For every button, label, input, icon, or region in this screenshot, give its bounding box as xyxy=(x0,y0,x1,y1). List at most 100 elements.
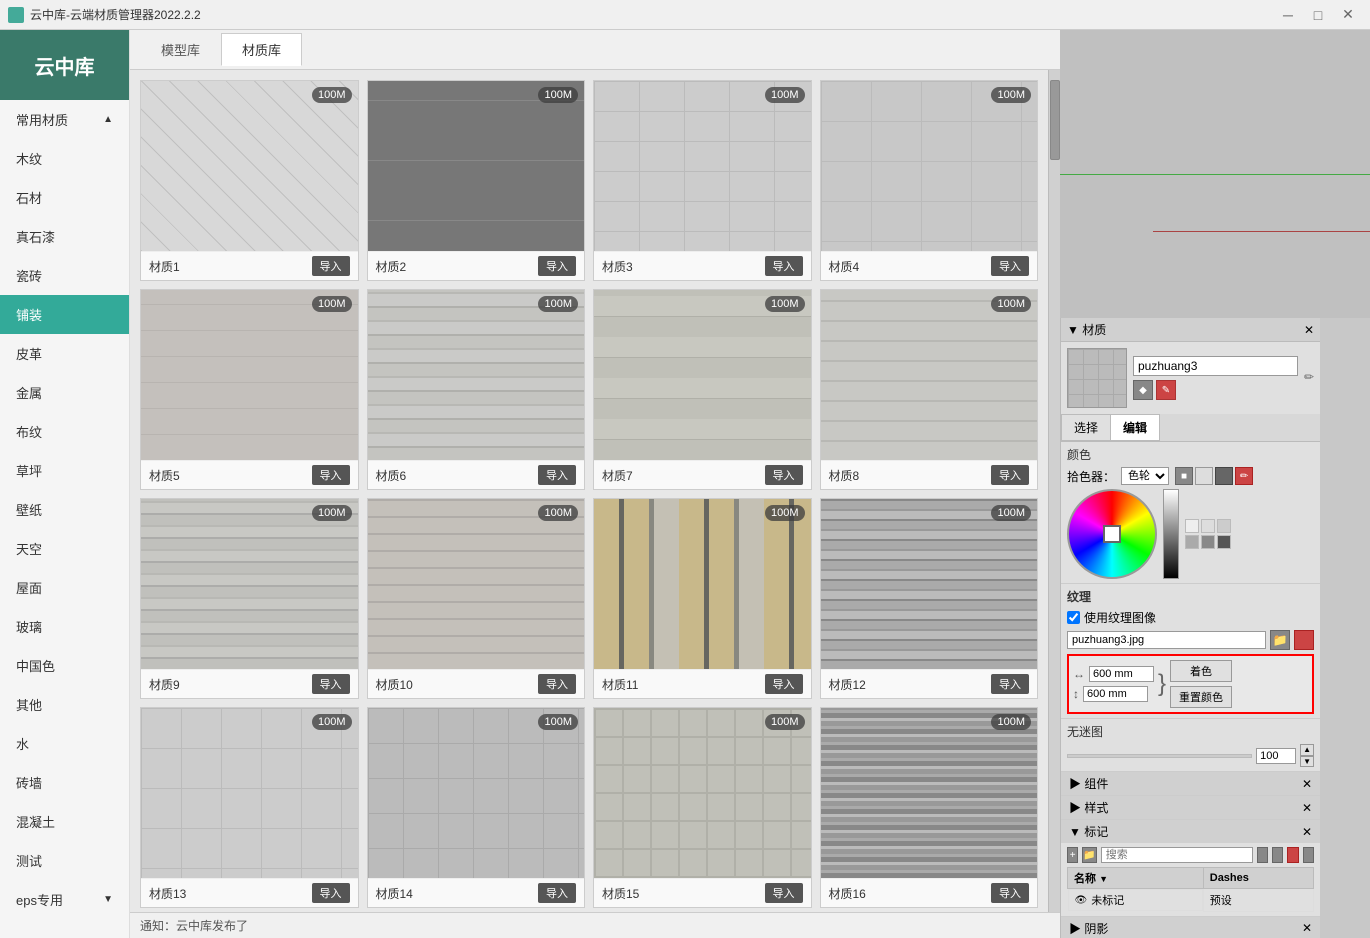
sidebar-item-china[interactable]: 中国色 xyxy=(0,646,129,685)
edit-material-icon[interactable]: ✎ xyxy=(1156,380,1176,400)
import-button-16[interactable]: 导入 xyxy=(991,883,1029,903)
shading-button[interactable]: 着色 xyxy=(1170,660,1232,682)
sidebar-item-concrete[interactable]: 混凝土 xyxy=(0,802,129,841)
maximize-button[interactable]: □ xyxy=(1304,5,1332,25)
sidebar-item-fabric[interactable]: 布纹 xyxy=(0,412,129,451)
sidebar-item-wood[interactable]: 木纹 xyxy=(0,139,129,178)
shadow-close-icon[interactable]: ✕ xyxy=(1302,921,1312,935)
color-brightness-slider[interactable] xyxy=(1163,489,1179,579)
sidebar-item-roof[interactable]: 屋面 xyxy=(0,568,129,607)
row-eye-icon[interactable]: 👁 xyxy=(1075,895,1088,906)
tags-add-icon[interactable]: + xyxy=(1067,847,1078,863)
material-card-13[interactable]: 100M材质13导入 xyxy=(140,707,359,908)
apply-material-icon[interactable]: ◆ xyxy=(1133,380,1153,400)
scrollbar[interactable] xyxy=(1048,70,1060,912)
tab-select[interactable]: 选择 xyxy=(1061,414,1111,441)
tags-search-input[interactable] xyxy=(1101,847,1253,863)
material-card-4[interactable]: 100M材质4导入 xyxy=(820,80,1039,281)
material-card-5[interactable]: 100M材质5导入 xyxy=(140,289,359,490)
material-card-14[interactable]: 100M材质14导入 xyxy=(367,707,586,908)
opacity-value-input[interactable] xyxy=(1256,748,1296,764)
material-card-3[interactable]: 100M材质3导入 xyxy=(593,80,812,281)
sidebar-item-wallpaper[interactable]: 壁纸 xyxy=(0,490,129,529)
texture-edit-icon[interactable] xyxy=(1294,630,1314,650)
style-header[interactable]: ▶ 样式 ✕ xyxy=(1061,796,1320,819)
component-close-icon[interactable]: ✕ xyxy=(1302,777,1312,791)
sidebar-item-metal[interactable]: 金属 xyxy=(0,373,129,412)
import-button-8[interactable]: 导入 xyxy=(991,465,1029,485)
swatch-3[interactable] xyxy=(1217,519,1231,533)
color-wheel[interactable] xyxy=(1067,489,1157,579)
color-swatch-white[interactable] xyxy=(1195,467,1213,485)
sidebar-item-brickwall[interactable]: 砖墙 xyxy=(0,763,129,802)
sidebar-item-test[interactable]: 测试 xyxy=(0,841,129,880)
tab-edit[interactable]: 编辑 xyxy=(1111,414,1160,441)
import-button-14[interactable]: 导入 xyxy=(538,883,576,903)
import-button-7[interactable]: 导入 xyxy=(765,465,803,485)
material-card-7[interactable]: 100M材质7导入 xyxy=(593,289,812,490)
material-card-16[interactable]: 100M材质16导入 xyxy=(820,707,1039,908)
opacity-up-button[interactable]: ▲ xyxy=(1300,744,1314,756)
import-button-1[interactable]: 导入 xyxy=(312,256,350,276)
tags-close-icon[interactable]: ✕ xyxy=(1302,825,1312,839)
tags-header[interactable]: ▼ 标记 ✕ xyxy=(1061,820,1320,843)
sidebar-item-other[interactable]: 其他 xyxy=(0,685,129,724)
import-button-13[interactable]: 导入 xyxy=(312,883,350,903)
opacity-down-button[interactable]: ▼ xyxy=(1300,756,1314,768)
swatch-6[interactable] xyxy=(1217,535,1231,549)
material-card-6[interactable]: 100M材质6导入 xyxy=(367,289,586,490)
tab-model[interactable]: 模型库 xyxy=(140,33,221,66)
tags-icon-3[interactable] xyxy=(1287,847,1298,863)
material-name-input[interactable] xyxy=(1133,356,1298,376)
sidebar-item-stone[interactable]: 石材 xyxy=(0,178,129,217)
material-card-12[interactable]: 100M材质12导入 xyxy=(820,498,1039,699)
opacity-slider[interactable] xyxy=(1067,754,1252,758)
reset-color-button[interactable]: 重置颜色 xyxy=(1170,686,1232,708)
import-button-4[interactable]: 导入 xyxy=(991,256,1029,276)
color-icon-1[interactable]: ■ xyxy=(1175,467,1193,485)
import-button-9[interactable]: 导入 xyxy=(312,674,350,694)
size-height-input[interactable] xyxy=(1083,686,1148,702)
material-card-1[interactable]: 100M材质1导入 xyxy=(140,80,359,281)
texture-file-input[interactable] xyxy=(1067,631,1266,649)
import-button-6[interactable]: 导入 xyxy=(538,465,576,485)
import-button-5[interactable]: 导入 xyxy=(312,465,350,485)
swatch-2[interactable] xyxy=(1201,519,1215,533)
minimize-button[interactable]: ─ xyxy=(1274,5,1302,25)
tags-col-name[interactable]: 名称 ▼ xyxy=(1068,868,1204,889)
color-picker-select[interactable]: 色轮 xyxy=(1121,467,1169,485)
sidebar-item-tile[interactable]: 瓷砖 xyxy=(0,256,129,295)
tags-icon-1[interactable] xyxy=(1257,847,1268,863)
color-swatch-dark[interactable] xyxy=(1215,467,1233,485)
close-button[interactable]: ✕ xyxy=(1334,5,1362,25)
material-card-9[interactable]: 100M材质9导入 xyxy=(140,498,359,699)
style-close-icon[interactable]: ✕ xyxy=(1302,801,1312,815)
material-card-10[interactable]: 100M材质10导入 xyxy=(367,498,586,699)
sidebar-item-eps[interactable]: eps专用 ▼ xyxy=(0,880,129,919)
sidebar-item-glass[interactable]: 玻璃 xyxy=(0,607,129,646)
import-button-10[interactable]: 导入 xyxy=(538,674,576,694)
tags-folder-icon[interactable]: 📁 xyxy=(1082,847,1096,863)
shadow-header[interactable]: ▶ 阴影 ✕ xyxy=(1061,917,1320,938)
import-button-15[interactable]: 导入 xyxy=(765,883,803,903)
material-card-11[interactable]: 100M材质11导入 xyxy=(593,498,812,699)
swatch-4[interactable] xyxy=(1185,535,1199,549)
import-button-2[interactable]: 导入 xyxy=(538,256,576,276)
texture-browse-icon[interactable]: 📁 xyxy=(1270,630,1290,650)
material-card-15[interactable]: 100M材质15导入 xyxy=(593,707,812,908)
component-header[interactable]: ▶ 组件 ✕ xyxy=(1061,772,1320,795)
sidebar-item-common[interactable]: 常用材质 ▲ xyxy=(0,100,129,139)
sidebar-item-realstone[interactable]: 真石漆 xyxy=(0,217,129,256)
sidebar-item-leather[interactable]: 皮革 xyxy=(0,334,129,373)
close-panel-icon[interactable]: ✕ xyxy=(1304,323,1314,337)
material-card-8[interactable]: 100M材质8导入 xyxy=(820,289,1039,490)
material-grid-container[interactable]: 100M材质1导入100M材质2导入100M材质3导入100M材质4导入100M… xyxy=(130,70,1048,912)
swatch-1[interactable] xyxy=(1185,519,1199,533)
tags-icon-4[interactable] xyxy=(1303,847,1314,863)
sidebar-item-sky[interactable]: 天空 xyxy=(0,529,129,568)
tags-icon-2[interactable] xyxy=(1272,847,1283,863)
texture-checkbox[interactable] xyxy=(1067,611,1080,624)
material-card-2[interactable]: 100M材质2导入 xyxy=(367,80,586,281)
color-icon-dropper[interactable]: ✏ xyxy=(1235,467,1253,485)
swatch-5[interactable] xyxy=(1201,535,1215,549)
